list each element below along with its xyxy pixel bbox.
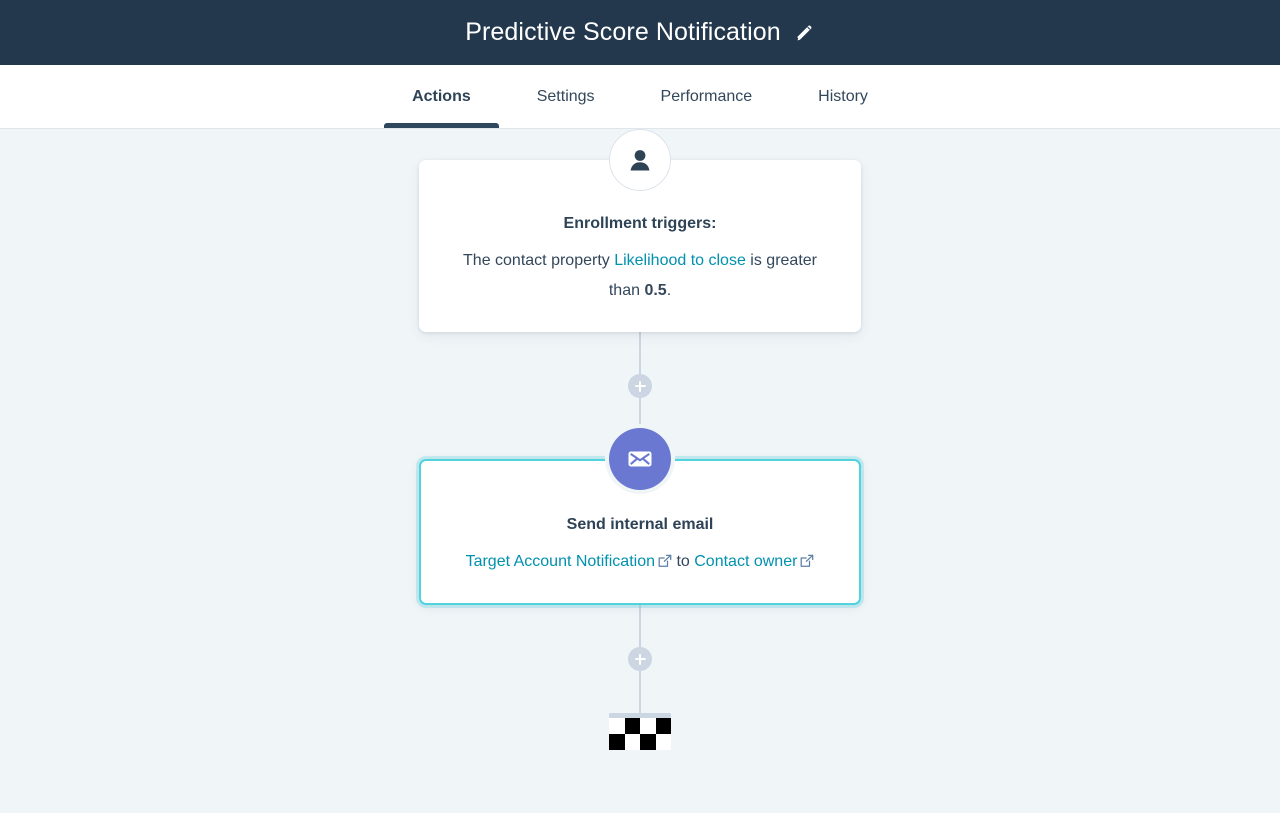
- connector-line-4: [639, 671, 641, 714]
- external-link-icon[interactable]: [800, 554, 814, 568]
- contact-person-icon: [609, 129, 671, 191]
- enrollment-title: Enrollment triggers:: [563, 215, 717, 232]
- email-action-title: Send internal email: [566, 516, 714, 534]
- page-title: Predictive Score Notification: [465, 18, 781, 46]
- email-connector-word: to: [676, 553, 690, 571]
- email-action-description: Target Account Notification to Contact o…: [459, 547, 821, 577]
- enrollment-text-suffix: .: [666, 282, 672, 300]
- connector-line-3: [639, 605, 641, 648]
- envelope-icon: [609, 428, 671, 491]
- enrollment-property-link[interactable]: Likelihood to close: [614, 252, 746, 269]
- pencil-icon[interactable]: [795, 23, 815, 43]
- email-recipient-link[interactable]: Contact owner: [694, 553, 797, 570]
- workflow-canvas[interactable]: Enrollment triggers: The contact propert…: [0, 129, 1280, 813]
- workflow-editor: Predictive Score Notification Actions Se…: [0, 0, 1280, 813]
- tab-history-label: History: [818, 87, 868, 105]
- add-step-button-2[interactable]: [628, 647, 652, 672]
- tab-settings-label: Settings: [536, 87, 595, 105]
- tab-history[interactable]: History: [785, 65, 901, 128]
- enrollment-threshold: 0.5: [644, 282, 667, 300]
- title-bar: Predictive Score Notification: [0, 0, 1280, 65]
- workflow-flow: Enrollment triggers: The contact propert…: [0, 129, 1280, 751]
- tab-performance[interactable]: Performance: [628, 65, 786, 128]
- external-link-icon[interactable]: [658, 554, 672, 568]
- add-step-button-1[interactable]: [628, 374, 652, 399]
- email-template-link[interactable]: Target Account Notification: [466, 553, 655, 570]
- enrollment-trigger-node[interactable]: Enrollment triggers: The contact propert…: [419, 129, 861, 333]
- connector-line-1: [639, 332, 641, 375]
- tab-actions-label: Actions: [412, 87, 471, 105]
- enrollment-text-prefix: The contact property: [463, 252, 615, 269]
- send-internal-email-node[interactable]: Send internal email Target Account Notif…: [419, 428, 861, 606]
- tab-performance-label: Performance: [660, 87, 753, 105]
- tab-actions[interactable]: Actions: [379, 65, 504, 128]
- enrollment-description: The contact property Likelihood to close…: [457, 246, 823, 306]
- flag-checker-grid: [609, 718, 671, 751]
- checkered-flag-icon: [609, 713, 671, 751]
- tab-settings[interactable]: Settings: [504, 65, 628, 128]
- connector-line-2: [639, 398, 641, 429]
- tab-bar: Actions Settings Performance History: [0, 65, 1280, 129]
